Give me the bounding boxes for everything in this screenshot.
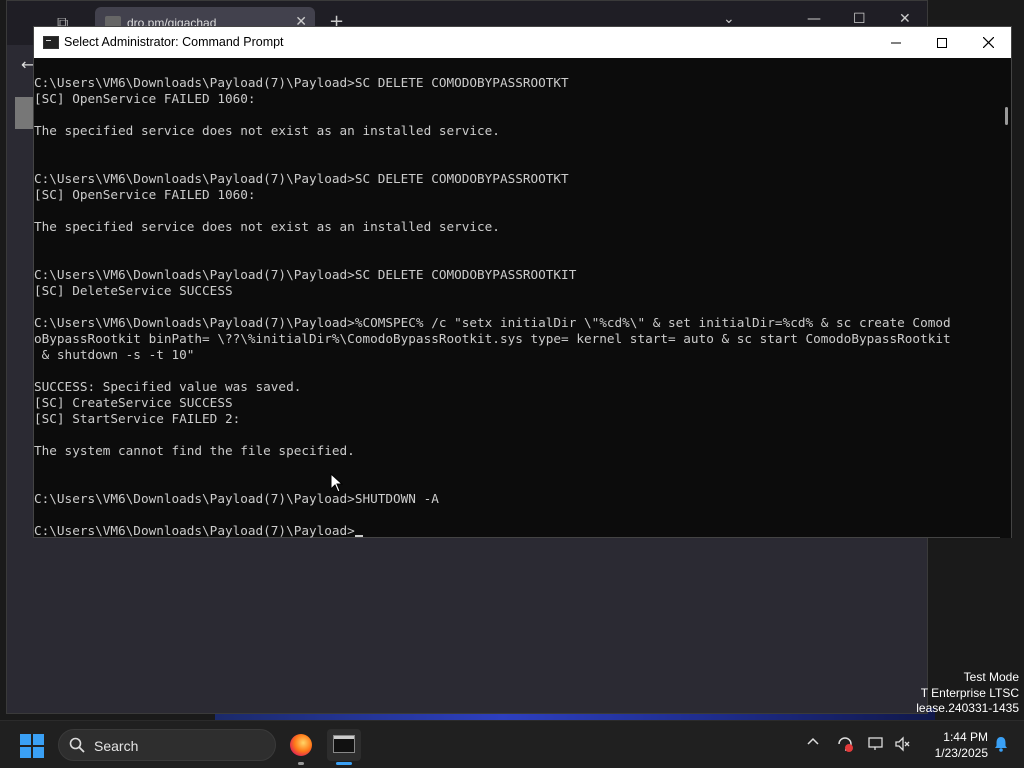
terminal-prompt-line[interactable]: C:\Users\VM6\Downloads\Payload(7)\Payloa…	[34, 523, 1002, 538]
minimize-button[interactable]	[873, 27, 919, 58]
browser-close-icon[interactable]: ✕	[899, 11, 911, 27]
close-icon	[982, 37, 994, 48]
terminal-line: The specified service does not exist as …	[34, 219, 500, 234]
search-icon	[69, 737, 85, 753]
cmd-window-title: Select Administrator: Command Prompt	[64, 35, 284, 49]
windows-logo-pane	[33, 734, 44, 745]
notification-bell-icon[interactable]	[992, 735, 1010, 753]
terminal-prompt: C:\Users\VM6\Downloads\Payload(7)\Payloa…	[34, 523, 355, 538]
watermark-line: T Enterprise LTSC	[920, 685, 1019, 700]
terminal-line: & shutdown -s -t 10"	[34, 347, 195, 362]
windows-logo-pane	[20, 734, 31, 745]
taskbar: Search 1:44 PM 1/23/2025	[0, 720, 1024, 768]
taskbar-clock[interactable]: 1:44 PM 1/23/2025	[935, 729, 988, 761]
terminal-line: [SC] OpenService FAILED 1060:	[34, 187, 256, 202]
maximize-button[interactable]	[919, 27, 965, 58]
minimize-icon	[891, 42, 901, 43]
taskbar-firefox[interactable]	[284, 729, 318, 765]
terminal-line: The specified service does not exist as …	[34, 123, 500, 138]
maximize-icon	[937, 37, 947, 48]
cmd-titlebar[interactable]: Select Administrator: Command Prompt	[34, 27, 1011, 58]
taskbar-command-prompt[interactable]	[327, 729, 361, 765]
command-prompt-window[interactable]: Select Administrator: Command Prompt C:\…	[33, 26, 1012, 538]
running-indicator	[298, 762, 304, 765]
terminal-line: The system cannot find the file specifie…	[34, 443, 355, 458]
clock-time: 1:44 PM	[943, 730, 988, 744]
chevron-down-icon[interactable]: ⌄	[723, 11, 735, 27]
search-label: Search	[94, 738, 139, 754]
close-button[interactable]	[965, 27, 1011, 58]
terminal-line: [SC] DeleteService SUCCESS	[34, 283, 233, 298]
terminal-line: C:\Users\VM6\Downloads\Payload(7)\Payloa…	[34, 315, 951, 330]
windows-logo-pane	[33, 747, 44, 758]
terminal-line: [SC] OpenService FAILED 1060:	[34, 91, 256, 106]
firefox-icon	[290, 734, 312, 756]
terminal-line: C:\Users\VM6\Downloads\Payload(7)\Payloa…	[34, 75, 569, 90]
sync-error-icon[interactable]	[835, 735, 855, 755]
clock-date: 1/23/2025	[934, 746, 988, 760]
terminal-icon	[333, 735, 355, 753]
terminal-line: C:\Users\VM6\Downloads\Payload(7)\Payloa…	[34, 491, 439, 506]
watermark-line: Test Mode	[963, 670, 1019, 684]
chevron-up-icon[interactable]	[803, 735, 823, 755]
mouse-pointer-icon	[330, 473, 344, 493]
browser-maximize-icon[interactable]: ☐	[853, 11, 866, 27]
watermark-line: lease.240331-1435	[916, 701, 1019, 715]
terminal-line: C:\Users\VM6\Downloads\Payload(7)\Payloa…	[34, 267, 577, 282]
terminal-scrollbar[interactable]	[1000, 58, 1011, 538]
terminal-line: SUCCESS: Specified value was saved.	[34, 379, 302, 394]
terminal-line: [SC] StartService FAILED 2:	[34, 411, 241, 426]
terminal-line: C:\Users\VM6\Downloads\Payload(7)\Payloa…	[34, 171, 569, 186]
volume-muted-icon[interactable]	[893, 735, 913, 755]
text-cursor	[354, 535, 363, 537]
terminal-line: oBypassRootkit binPath= \??\%initialDir%…	[34, 331, 951, 346]
terminal-line: [SC] CreateService SUCCESS	[34, 395, 233, 410]
taskbar-search-box[interactable]: Search	[58, 729, 276, 761]
browser-minimize-icon[interactable]: —	[807, 11, 821, 27]
terminal-lines: C:\Users\VM6\Downloads\Payload(7)\Payloa…	[34, 75, 1002, 523]
scrollbar-thumb[interactable]	[1005, 107, 1008, 125]
desktop-watermark: Test Mode T Enterprise LTSC lease.240331…	[916, 670, 1019, 717]
start-button[interactable]	[20, 734, 44, 758]
cmd-app-icon	[43, 36, 59, 49]
windows-logo-pane	[20, 747, 31, 758]
terminal-output[interactable]: C:\Users\VM6\Downloads\Payload(7)\Payloa…	[34, 58, 1002, 538]
active-indicator	[336, 762, 352, 765]
network-icon[interactable]	[866, 735, 886, 755]
